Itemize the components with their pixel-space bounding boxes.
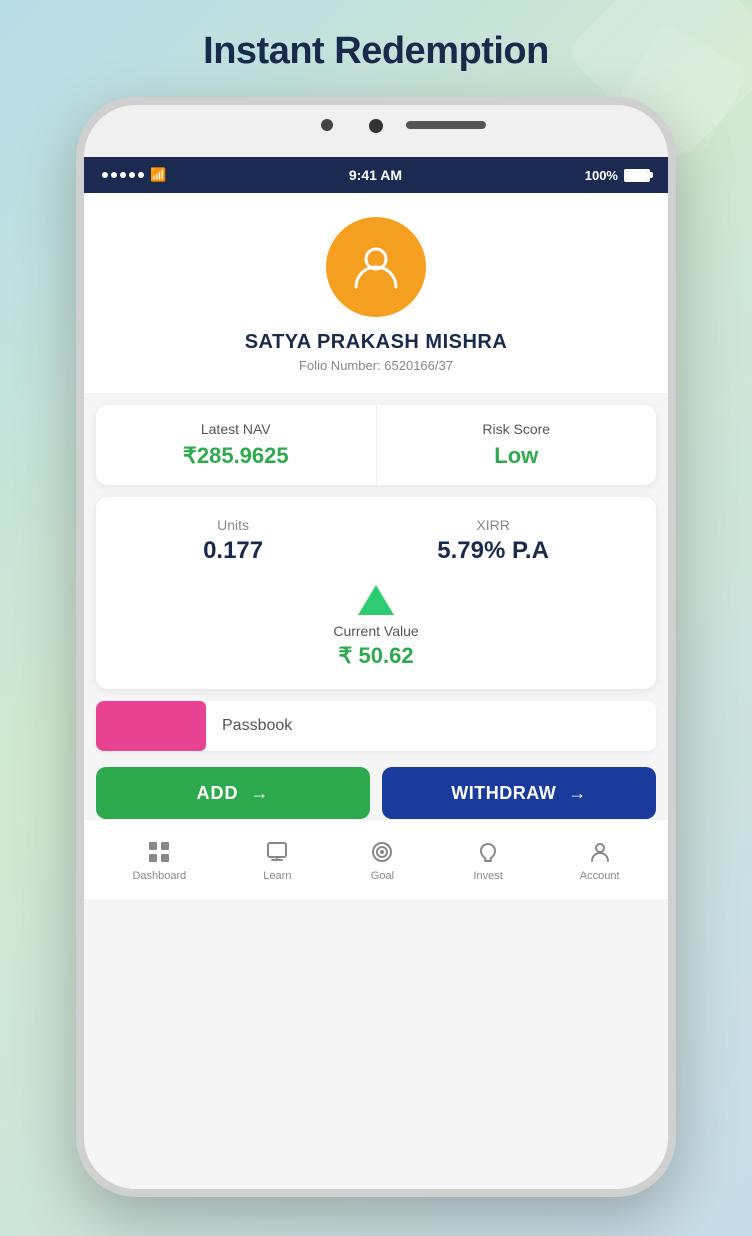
signal-dots — [102, 172, 144, 178]
current-value-label: Current Value — [333, 623, 418, 639]
xirr-value: 5.79% P.A — [437, 537, 549, 565]
units-xirr-row: Units 0.177 XIRR 5.79% P.A — [116, 517, 636, 565]
signal-dot-3 — [120, 172, 126, 178]
phone-frame: 📶 9:41 AM 100% SATYA PRAKASH MISHRA Foli… — [76, 97, 676, 1197]
status-bar: 📶 9:41 AM 100% — [84, 157, 668, 193]
dashboard-icon — [145, 838, 173, 866]
status-right: 100% — [585, 168, 650, 183]
units-card: Units 0.177 XIRR 5.79% P.A Current Value… — [96, 497, 656, 689]
nav-section: Latest NAV ₹285.9625 — [96, 405, 377, 485]
phone-top — [84, 105, 668, 157]
nav-item-learn[interactable]: Learn — [263, 838, 291, 882]
withdraw-label: WITHDRAW — [451, 783, 556, 804]
phone-content: SATYA PRAKASH MISHRA Folio Number: 65201… — [84, 193, 668, 1189]
wifi-icon: 📶 — [150, 167, 166, 183]
passbook-pink-tab — [96, 701, 206, 751]
account-label: Account — [580, 870, 620, 882]
action-buttons: ADD → WITHDRAW → — [96, 767, 656, 819]
risk-section: Risk Score Low — [377, 405, 657, 485]
risk-score-value: Low — [494, 443, 538, 469]
trend-up-icon — [358, 585, 394, 615]
latest-nav-value: ₹285.9625 — [183, 443, 289, 469]
folio-value: 6520166/37 — [384, 358, 453, 373]
xirr-col: XIRR 5.79% P.A — [437, 517, 549, 565]
invest-icon — [474, 838, 502, 866]
folio-label: Folio Number: — [299, 358, 381, 373]
xirr-label: XIRR — [476, 517, 509, 533]
dashboard-label: Dashboard — [132, 870, 186, 882]
passbook-row[interactable]: Passbook — [96, 701, 656, 751]
page-title: Instant Redemption — [203, 30, 549, 73]
account-icon — [586, 838, 614, 866]
status-left: 📶 — [102, 167, 166, 183]
battery-percentage: 100% — [585, 168, 618, 183]
status-time: 9:41 AM — [349, 167, 402, 183]
front-camera — [321, 119, 333, 131]
learn-label: Learn — [263, 870, 291, 882]
signal-dot-2 — [111, 172, 117, 178]
signal-dot-4 — [129, 172, 135, 178]
latest-nav-label: Latest NAV — [201, 421, 271, 437]
user-name: SATYA PRAKASH MISHRA — [245, 331, 508, 354]
signal-dot-5 — [138, 172, 144, 178]
bottom-nav: Dashboard Learn — [84, 819, 668, 899]
passbook-label: Passbook — [222, 717, 292, 735]
phone-camera — [369, 119, 383, 133]
user-icon — [350, 241, 402, 293]
goal-icon — [368, 838, 396, 866]
units-value: 0.177 — [203, 537, 263, 565]
goal-label: Goal — [371, 870, 394, 882]
current-value: ₹ 50.62 — [338, 643, 413, 669]
add-button[interactable]: ADD → — [96, 767, 370, 819]
nav-item-goal[interactable]: Goal — [368, 838, 396, 882]
avatar — [326, 217, 426, 317]
withdraw-arrow-icon: → — [568, 783, 587, 804]
units-label: Units — [217, 517, 249, 533]
current-value-section: Current Value ₹ 50.62 — [116, 585, 636, 669]
battery-fill — [626, 171, 648, 180]
add-arrow-icon: → — [251, 783, 270, 804]
units-col: Units 0.177 — [203, 517, 263, 565]
nav-risk-card: Latest NAV ₹285.9625 Risk Score Low — [96, 405, 656, 485]
nav-item-dashboard[interactable]: Dashboard — [132, 838, 186, 882]
folio-number: Folio Number: 6520166/37 — [299, 358, 453, 373]
add-label: ADD — [197, 783, 239, 804]
nav-item-account[interactable]: Account — [580, 838, 620, 882]
invest-label: Invest — [473, 870, 502, 882]
risk-score-label: Risk Score — [482, 421, 550, 437]
battery-icon — [624, 169, 650, 182]
nav-item-invest[interactable]: Invest — [473, 838, 502, 882]
signal-dot-1 — [102, 172, 108, 178]
phone-speaker — [406, 121, 486, 129]
avatar-section: SATYA PRAKASH MISHRA Folio Number: 65201… — [84, 193, 668, 393]
withdraw-button[interactable]: WITHDRAW → — [382, 767, 656, 819]
learn-icon — [263, 838, 291, 866]
